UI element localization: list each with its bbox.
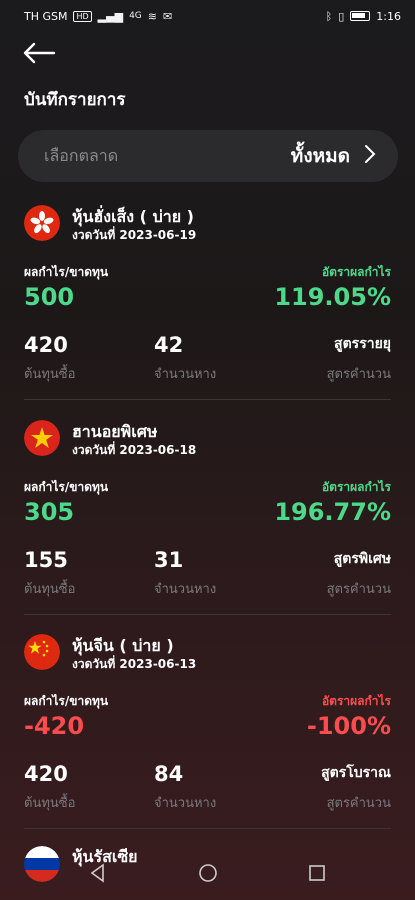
signal-icon: ▂▄▆ xyxy=(97,9,124,23)
hd-badge: HD xyxy=(73,10,92,22)
profit-loss-label: ผลกำไร/ขาดทุน xyxy=(24,480,109,494)
rate-value: -100% xyxy=(306,712,391,740)
record-date: งวดวันที่ 2023-06-13 xyxy=(72,657,197,671)
record-item[interactable]: ฮานอยพิเศษ งวดวันที่ 2023-06-18 ผลกำไร/ข… xyxy=(0,418,415,632)
profit-value: -420 xyxy=(24,712,85,740)
market-selector[interactable]: เลือกตลาด ทั้งหมด xyxy=(18,130,398,182)
mail-icon: ✉ xyxy=(162,9,173,23)
cost-label: ต้นทุนซื้อ xyxy=(24,367,76,382)
vibrate-icon: ▯ xyxy=(338,9,345,23)
wifi-icon: ≋ xyxy=(147,9,157,23)
china-flag-icon xyxy=(24,634,60,670)
quantity-value: 31 xyxy=(154,548,184,572)
cost-label: ต้นทุนซื้อ xyxy=(24,582,76,597)
cost-value: 420 xyxy=(24,333,68,357)
page-title: บันทึกรายการ xyxy=(24,90,126,110)
quantity-value: 84 xyxy=(154,762,184,786)
chevron-right-icon xyxy=(364,144,376,168)
quantity-label: จำนวนหาง xyxy=(154,582,217,597)
record-market-name: ฮานอยพิเศษ xyxy=(72,422,158,441)
nav-back-button[interactable] xyxy=(87,862,109,888)
market-selector-placeholder: เลือกตลาด xyxy=(44,145,119,165)
nav-home-button[interactable] xyxy=(197,862,219,888)
status-bar: TH GSM HD ▂▄▆ 4G ≋ ✉ ᛒ ▯ 1:16 xyxy=(0,0,415,32)
triangle-back-icon xyxy=(90,863,105,883)
quantity-label: จำนวนหาง xyxy=(154,796,217,811)
battery-icon xyxy=(350,11,371,21)
circle-home-icon xyxy=(198,864,217,882)
record-date: งวดวันที่ 2023-06-19 xyxy=(72,228,197,242)
network-type: 4G xyxy=(129,11,142,21)
market-selector-value: ทั้งหมด xyxy=(290,145,350,167)
profit-rate-label: อัตราผลกำไร xyxy=(321,480,391,494)
clock: 1:16 xyxy=(376,9,401,23)
formula-label: สูตรคำนวน xyxy=(326,796,391,811)
vietnam-flag-icon xyxy=(24,420,60,456)
record-item[interactable]: หุ้นจีน ( บ่าย ) งวดวันที่ 2023-06-13 ผล… xyxy=(0,632,415,846)
cost-label: ต้นทุนซื้อ xyxy=(24,796,76,811)
cost-value: 420 xyxy=(24,762,68,786)
square-recents-icon xyxy=(308,865,325,881)
status-left: TH GSM HD ▂▄▆ 4G ≋ ✉ xyxy=(24,10,172,23)
formula-name: สูตรรายยุ xyxy=(334,336,391,352)
arrow-left-icon xyxy=(23,42,56,64)
profit-loss-label: ผลกำไร/ขาดทุน xyxy=(24,265,109,279)
profit-rate-label: อัตราผลกำไร xyxy=(321,694,391,708)
divider xyxy=(24,399,391,400)
formula-name: สูตรพิเศษ xyxy=(333,551,391,567)
system-nav-bar xyxy=(0,850,415,900)
profit-value: 500 xyxy=(24,283,75,311)
profit-rate-label: อัตราผลกำไร xyxy=(321,265,391,279)
formula-label: สูตรคำนวน xyxy=(326,367,391,382)
quantity-value: 42 xyxy=(154,333,184,357)
rate-value: 119.05% xyxy=(274,283,391,311)
bluetooth-icon: ᛒ xyxy=(325,9,333,23)
cost-value: 155 xyxy=(24,548,68,572)
formula-name: สูตรโบราณ xyxy=(321,765,391,781)
record-item[interactable]: หุ้นฮั่งเส็ง ( บ่าย ) งวดวันที่ 2023-06-… xyxy=(0,203,415,417)
profit-value: 305 xyxy=(24,498,75,526)
divider xyxy=(24,828,391,829)
rate-value: 196.77% xyxy=(274,498,391,526)
record-market-name: หุ้นฮั่งเส็ง ( บ่าย ) xyxy=(72,207,194,226)
carrier-label: TH GSM xyxy=(24,9,68,23)
status-right: ᛒ ▯ 1:16 xyxy=(326,10,401,23)
profit-loss-label: ผลกำไร/ขาดทุน xyxy=(24,694,109,708)
divider xyxy=(24,614,391,615)
record-market-name: หุ้นจีน ( บ่าย ) xyxy=(72,636,174,655)
quantity-label: จำนวนหาง xyxy=(154,367,217,382)
nav-recents-button[interactable] xyxy=(306,862,328,888)
hong-kong-flag-icon xyxy=(24,205,60,241)
record-date: งวดวันที่ 2023-06-18 xyxy=(72,443,197,457)
formula-label: สูตรคำนวน xyxy=(326,582,391,597)
back-button[interactable] xyxy=(22,38,62,68)
